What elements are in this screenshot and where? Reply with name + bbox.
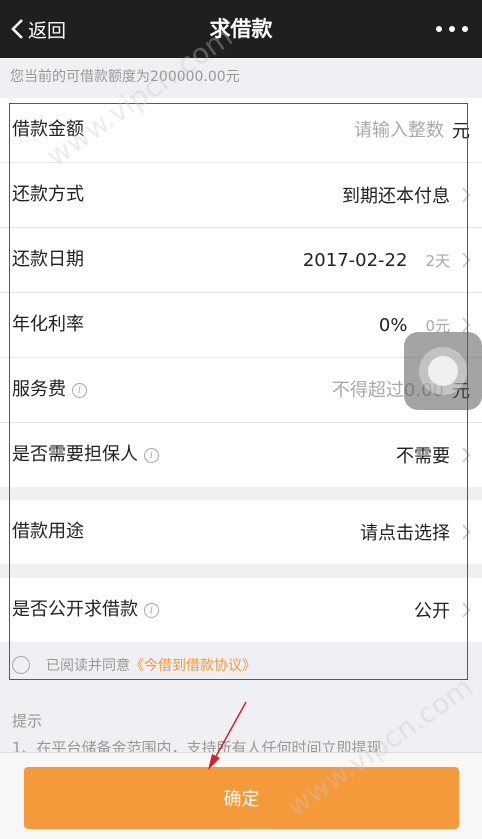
amount-label: 借款金额	[12, 119, 84, 140]
nav-bar: 返回 求借款	[0, 0, 482, 58]
agreement-prefix: 已阅读并同意	[46, 658, 130, 674]
info-icon[interactable]: i	[144, 602, 159, 618]
chevron-right-icon	[462, 602, 470, 618]
repay-date-row[interactable]: 还款日期 2017-02-22 2天	[0, 228, 482, 293]
bottom-bar: 确定	[0, 752, 482, 839]
purpose-label: 借款用途	[12, 521, 84, 542]
rate-value: 0%	[378, 314, 408, 336]
back-label: 返回	[28, 19, 67, 42]
info-icon[interactable]: i	[144, 447, 159, 463]
page-title: 求借款	[209, 17, 273, 41]
guarantor-label: 是否需要担保人	[12, 444, 138, 465]
repay-date-label: 还款日期	[12, 249, 84, 270]
repay-method-label: 还款方式	[12, 184, 84, 205]
tips-title: 提示	[12, 712, 43, 730]
purpose-group: 借款用途 请点击选择	[0, 500, 482, 564]
dot-icon	[449, 26, 455, 32]
agree-checkbox[interactable]	[12, 656, 30, 674]
purpose-row[interactable]: 借款用途 请点击选择	[0, 500, 482, 564]
repay-method-row[interactable]: 还款方式 到期还本付息	[0, 163, 482, 228]
public-label-wrap: 是否公开求借款 i	[12, 578, 159, 642]
chevron-right-icon	[462, 447, 470, 463]
dot-icon	[436, 26, 442, 32]
fee-label-wrap: 服务费 i	[12, 358, 87, 422]
repay-days-hint: 2天	[425, 251, 450, 270]
repay-method-value: 到期还本付息	[342, 186, 450, 207]
chevron-right-icon	[462, 252, 470, 268]
chevron-right-icon	[462, 187, 470, 203]
amount-unit: 元	[452, 121, 470, 142]
amount-input[interactable]	[304, 119, 444, 141]
guarantor-value: 不需要	[396, 446, 450, 467]
chevron-right-icon	[462, 524, 470, 540]
public-group: 是否公开求借款 i 公开	[0, 578, 482, 642]
info-icon[interactable]: i	[72, 382, 87, 398]
guarantor-row[interactable]: 是否需要担保人 i 不需要	[0, 423, 482, 487]
credit-limit-notice: 您当前的可借款额度为200000.00元	[10, 69, 240, 85]
chevron-left-icon	[11, 19, 23, 39]
chevron-right-icon	[462, 317, 470, 333]
rate-label: 年化利率	[12, 314, 84, 335]
guarantor-label-wrap: 是否需要担保人 i	[12, 423, 159, 487]
agreement-line: 已阅读并同意 《今借到借款协议》	[12, 655, 256, 675]
assistive-touch-button[interactable]	[404, 332, 482, 410]
back-button[interactable]: 返回	[10, 14, 66, 44]
dot-icon	[462, 26, 468, 32]
repay-date-value: 2017-02-22	[302, 249, 408, 271]
purpose-value: 请点击选择	[360, 523, 450, 544]
confirm-button[interactable]: 确定	[24, 767, 459, 829]
public-row[interactable]: 是否公开求借款 i 公开	[0, 578, 482, 642]
loan-form-group: 借款金额 元 还款方式 到期还本付息 还款日期 2017-02-22 2天 年化…	[0, 98, 482, 487]
agreement-link[interactable]: 《今借到借款协议》	[130, 655, 256, 675]
fee-label: 服务费	[12, 379, 66, 400]
amount-row[interactable]: 借款金额 元	[0, 98, 482, 163]
public-value: 公开	[414, 601, 450, 622]
more-button[interactable]	[436, 20, 468, 38]
public-label: 是否公开求借款	[12, 599, 138, 620]
